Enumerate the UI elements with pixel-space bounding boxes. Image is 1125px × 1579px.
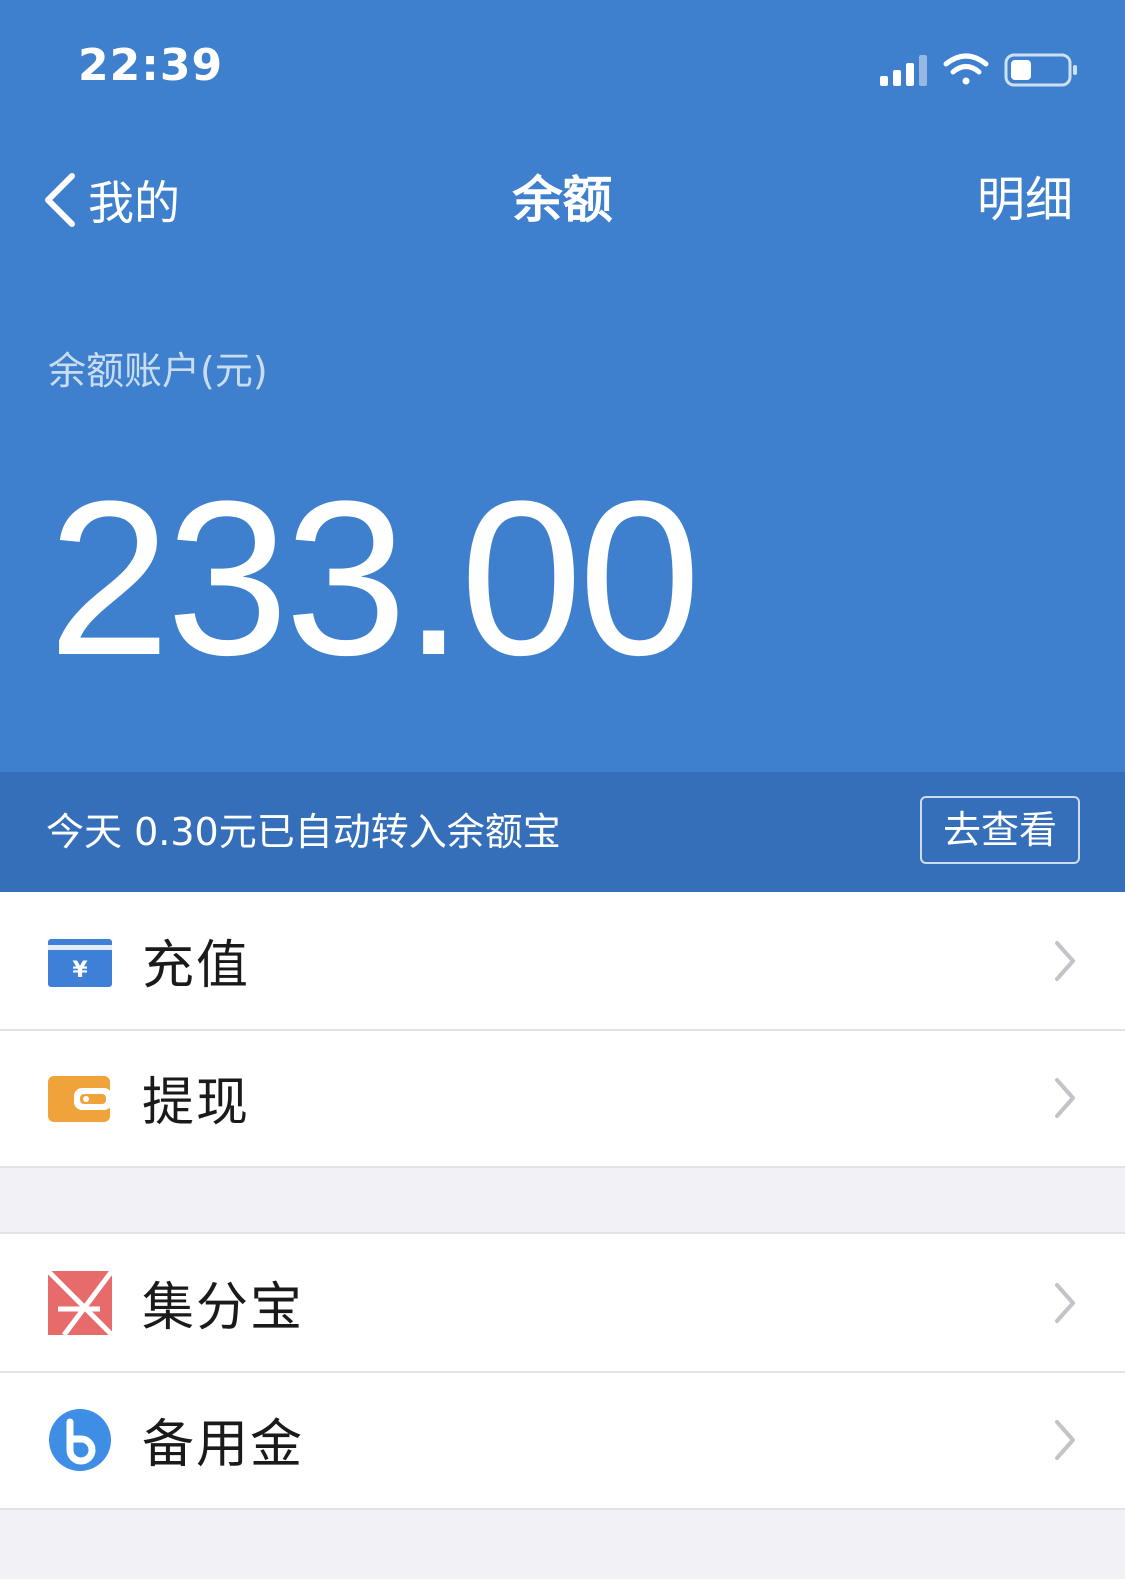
cellular-signal-icon [880, 55, 927, 86]
account-label: 余额账户(元) [48, 349, 268, 393]
jifenbao-row[interactable]: 集分宝 [0, 1234, 1125, 1371]
balance-amount: 233.00 [48, 455, 701, 701]
chevron-right-icon [1055, 1419, 1075, 1460]
jifenbao-label: 集分宝 [142, 1278, 305, 1338]
recharge-label: 充值 [142, 936, 251, 996]
svg-text:¥: ¥ [72, 958, 88, 983]
withdraw-row[interactable]: 提现 [0, 1029, 1125, 1166]
page-title: 余额 [512, 171, 613, 229]
chevron-right-icon [1055, 940, 1075, 981]
jifenbao-icon [48, 1270, 112, 1335]
withdraw-label: 提现 [142, 1073, 251, 1133]
beiyongjin-row[interactable]: 备用金 [0, 1371, 1125, 1508]
recharge-card-icon: ¥ [48, 938, 112, 987]
chevron-right-icon [1055, 1282, 1075, 1323]
chevron-right-icon [1055, 1077, 1075, 1118]
wallet-icon [48, 1075, 112, 1122]
beiyongjin-label: 备用金 [142, 1415, 305, 1475]
view-button[interactable]: 去查看 [920, 796, 1080, 864]
status-time: 22:39 [78, 40, 224, 91]
battery-icon [1004, 53, 1077, 87]
recharge-row[interactable]: ¥ 充值 [0, 892, 1125, 1029]
beiyongjin-icon [49, 1408, 111, 1471]
detail-button[interactable]: 明细 [977, 165, 1073, 235]
auto-transfer-text: 今天 0.30元已自动转入余额宝 [46, 810, 561, 854]
wifi-icon [943, 53, 989, 85]
balance-header: 22:39 我的 余额 明细 余额账户(元) 233.00 [0, 0, 1125, 772]
auto-transfer-banner: 今天 0.30元已自动转入余额宝 去查看 [0, 772, 1125, 892]
funds-group: ¥ 充值 提现 [0, 892, 1125, 1168]
status-icons [880, 53, 1077, 87]
points-group: 集分宝 备用金 [0, 1232, 1125, 1510]
balance-screen: 22:39 我的 余额 明细 余额账户(元) 233.00 今天 0.30元已自… [0, 0, 1125, 1579]
